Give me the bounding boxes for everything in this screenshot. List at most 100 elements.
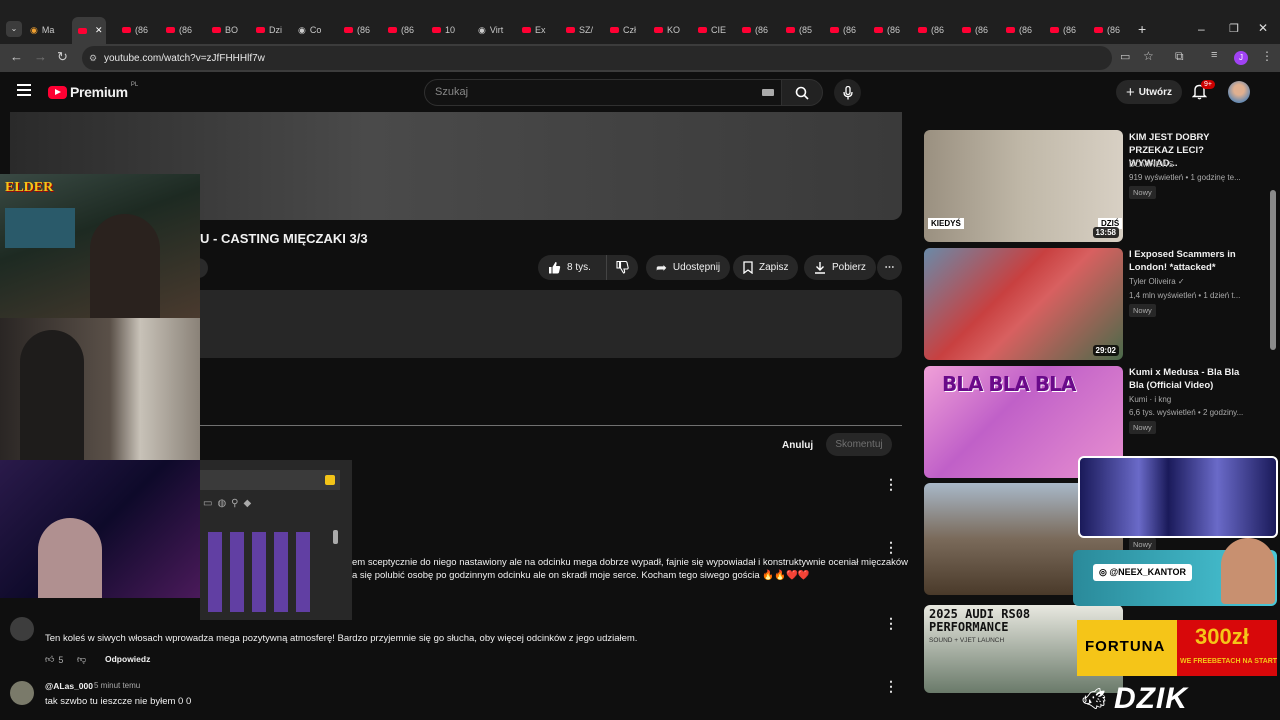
- browser-tab[interactable]: 10: [432, 20, 470, 40]
- reply-button[interactable]: Odpowiedz: [105, 654, 150, 664]
- save-button[interactable]: Zapisz: [733, 255, 799, 280]
- sidebar-video-title[interactable]: Kumi x Medusa - Bla Bla Bla (Official Vi…: [1129, 366, 1245, 392]
- browser-tab[interactable]: KO: [654, 20, 692, 40]
- bookmark-star-icon[interactable]: ☆: [1143, 49, 1154, 63]
- sidebar-channel-name[interactable]: Tyler Oliveira ✓: [1129, 277, 1185, 286]
- comment-time: 5 minut temu: [94, 681, 141, 690]
- forward-icon[interactable]: →: [34, 49, 47, 64]
- tab-label: (86: [179, 25, 193, 35]
- minimize-button[interactable]: –: [1198, 22, 1205, 36]
- comment-avatar[interactable]: [10, 681, 34, 705]
- browser-tab[interactable]: Dzi: [256, 20, 294, 40]
- browser-tab[interactable]: SZ/: [566, 20, 604, 40]
- dislike-button[interactable]: [606, 255, 638, 280]
- cancel-comment-button[interactable]: Anuluj: [774, 434, 821, 457]
- brand-logo: 🐗︎ DZIK: [1080, 678, 1280, 720]
- browser-tab[interactable]: ◉ Virt: [478, 20, 516, 40]
- sidebar-channel-name[interactable]: DOMINEWS: [1129, 160, 1174, 169]
- browser-tab[interactable]: BO: [212, 20, 250, 40]
- tab-label: (85: [799, 25, 813, 35]
- sponsor-banner: FORTUNA 300zł WE FREEBETACH NA START: [1077, 620, 1277, 676]
- comment-dislike-icon[interactable]: 👎︎: [77, 654, 86, 665]
- maximize-button[interactable]: ❐: [1229, 22, 1239, 35]
- emoji-category-icons[interactable]: ▭◍⚲◆: [203, 498, 256, 509]
- browser-tab[interactable]: (86: [122, 20, 160, 40]
- account-avatar[interactable]: [1228, 81, 1250, 103]
- sidebar-video-title[interactable]: I Exposed Scammers in London! *attacked*: [1129, 248, 1245, 274]
- browser-tab[interactable]: (86: [874, 20, 912, 40]
- sidebar-video-thumbnail[interactable]: KIEDYŚ DZIŚ 13:58: [924, 130, 1123, 242]
- new-tab-button[interactable]: +: [1138, 21, 1146, 37]
- more-actions-button[interactable]: ⋯: [877, 255, 902, 280]
- comment-avatar[interactable]: [10, 617, 34, 641]
- reload-icon[interactable]: ↻: [57, 49, 68, 65]
- submit-comment-button[interactable]: Skomentuj: [826, 433, 892, 456]
- emoji-color-swatch[interactable]: [325, 475, 335, 485]
- browser-tab[interactable]: (86: [962, 20, 1000, 40]
- back-icon[interactable]: ←: [10, 49, 23, 64]
- emoji-search-bar[interactable]: [200, 470, 340, 490]
- browser-tab[interactable]: Czł: [610, 20, 648, 40]
- browser-tab[interactable]: ◉ Co: [298, 20, 336, 40]
- instagram-overlay: ◎ @NEEX_KANTOR: [1073, 538, 1277, 606]
- keyboard-icon[interactable]: [762, 89, 774, 96]
- create-button[interactable]: + Utwórz: [1116, 80, 1182, 104]
- tab-search-button[interactable]: ⌄: [6, 21, 22, 37]
- browser-tab[interactable]: (86: [918, 20, 956, 40]
- share-button[interactable]: ➦ Udostępnij: [646, 255, 731, 280]
- browser-tab[interactable]: (86: [166, 20, 204, 40]
- youtube-favicon-icon: [522, 27, 531, 33]
- extensions-icon[interactable]: ⧉: [1175, 49, 1184, 64]
- browser-tab[interactable]: (85: [786, 20, 824, 40]
- cast-icon[interactable]: ▭: [1120, 50, 1130, 63]
- media-control-icon[interactable]: ≡: [1211, 49, 1217, 61]
- emoji-grid[interactable]: [208, 532, 318, 612]
- sidebar-video-thumbnail[interactable]: 29:02: [924, 248, 1123, 360]
- address-bar[interactable]: ⚙ youtube.com/watch?v=zJfFHHHlf7w: [82, 46, 1112, 70]
- browser-tab[interactable]: CIE: [698, 20, 736, 40]
- comment-menu-icon[interactable]: ⋮: [884, 540, 898, 554]
- page-scrollbar[interactable]: [1270, 190, 1276, 350]
- browser-tab[interactable]: Ex: [522, 20, 560, 40]
- like-button[interactable]: 8 tys.: [538, 255, 608, 280]
- tab-label: Dzi: [269, 25, 282, 35]
- browser-tab[interactable]: (86: [344, 20, 382, 40]
- browser-tab[interactable]: (86: [1094, 20, 1132, 40]
- emoji-scrollbar[interactable]: [333, 530, 338, 544]
- browser-tab[interactable]: (86: [388, 20, 426, 40]
- site-info-icon[interactable]: ⚙: [89, 53, 97, 64]
- hamburger-menu-icon[interactable]: [17, 84, 31, 96]
- comment-input-underline[interactable]: [200, 425, 902, 426]
- comment-menu-icon[interactable]: ⋮: [884, 679, 898, 693]
- browser-tab[interactable]: (86: [1006, 20, 1044, 40]
- voice-search-button[interactable]: [834, 79, 861, 106]
- emoji-picker[interactable]: ▭◍⚲◆: [200, 460, 352, 620]
- comment-author[interactable]: @ALas_000: [45, 681, 93, 691]
- new-badge: Nowy: [1129, 186, 1156, 199]
- youtube-favicon-icon: [432, 27, 441, 33]
- close-window-button[interactable]: ✕: [1258, 21, 1268, 35]
- youtube-favicon-icon: [122, 27, 131, 33]
- browser-tab-active[interactable]: ✕: [72, 17, 106, 44]
- search-button[interactable]: [781, 79, 823, 106]
- close-tab-icon[interactable]: ✕: [95, 25, 103, 36]
- sidebar-channel-name[interactable]: Kumi · i kng: [1129, 395, 1171, 404]
- youtube-logo[interactable]: Premium PL: [48, 82, 138, 100]
- search-input[interactable]: Szukaj: [424, 79, 782, 106]
- youtube-favicon-icon: [256, 27, 265, 33]
- notifications-button[interactable]: 9+: [1191, 80, 1215, 105]
- profile-avatar[interactable]: J: [1234, 51, 1248, 65]
- browser-tab[interactable]: (86: [830, 20, 868, 40]
- download-button[interactable]: Pobierz: [804, 255, 876, 280]
- comment-like-count: 5: [58, 654, 64, 665]
- browser-menu-icon[interactable]: ⋮: [1261, 49, 1273, 63]
- tab-label: (86: [975, 25, 989, 35]
- browser-tab[interactable]: (86: [1050, 20, 1088, 40]
- comment-like-button[interactable]: 👍︎ 5: [45, 654, 63, 665]
- browser-tab[interactable]: (86: [742, 20, 780, 40]
- youtube-play-icon: [48, 85, 67, 99]
- tab-label: (86: [1019, 25, 1033, 35]
- comment-menu-icon[interactable]: ⋮: [884, 477, 898, 491]
- comment-menu-icon[interactable]: ⋮: [884, 616, 898, 630]
- browser-tab[interactable]: ◉ Ma: [30, 20, 68, 40]
